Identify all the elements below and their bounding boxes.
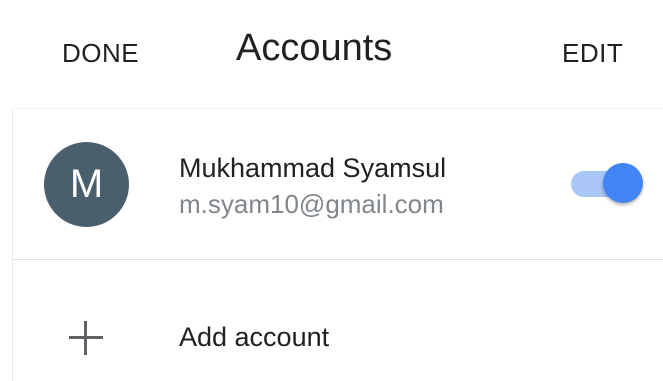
toggle-knob (603, 163, 643, 203)
account-email: m.syam10@gmail.com (179, 189, 444, 219)
account-sync-toggle[interactable] (569, 163, 645, 207)
edit-button[interactable]: EDIT (562, 38, 623, 69)
add-account-button[interactable]: Add account (13, 260, 663, 381)
avatar: M (44, 142, 129, 227)
accounts-card: M Mukhammad Syamsul m.syam10@gmail.com A… (12, 108, 663, 381)
header-bar: DONE Accounts EDIT (0, 0, 663, 108)
add-account-label: Add account (179, 322, 330, 352)
account-row[interactable]: M Mukhammad Syamsul m.syam10@gmail.com (13, 109, 663, 259)
plus-icon (69, 321, 103, 355)
account-name: Mukhammad Syamsul (179, 153, 447, 183)
done-button[interactable]: DONE (62, 38, 139, 69)
page-title: Accounts (236, 27, 393, 69)
accounts-screen: DONE Accounts EDIT M Mukhammad Syamsul m… (0, 0, 663, 381)
